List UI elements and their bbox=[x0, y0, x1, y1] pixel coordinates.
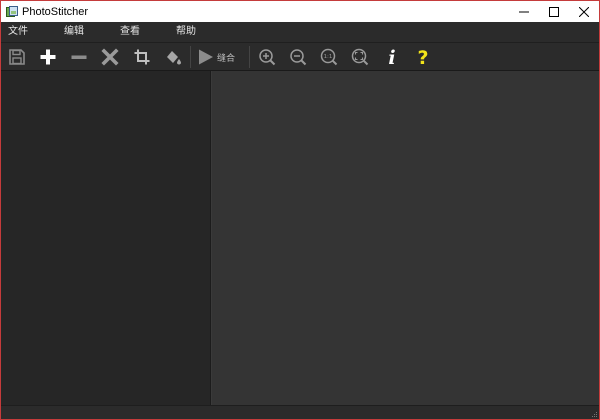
maximize-icon bbox=[549, 6, 559, 17]
remove-image-button[interactable] bbox=[65, 45, 93, 69]
zoom-in-button[interactable] bbox=[253, 45, 281, 69]
fit-to-window-button[interactable] bbox=[346, 45, 374, 69]
zoom-in-icon bbox=[259, 49, 276, 66]
add-image-button[interactable] bbox=[34, 45, 62, 69]
actual-size-label: 1:1 bbox=[324, 54, 333, 60]
info-icon: i bbox=[388, 47, 395, 67]
zoom-out-icon bbox=[290, 49, 307, 66]
app-window: PhotoStitcher 文件 编辑 查看 帮助 缝合 1:1 i ? bbox=[0, 0, 600, 420]
toolbar: 缝合 1:1 i ? bbox=[1, 42, 599, 71]
help-label: ? bbox=[417, 47, 428, 67]
menu-view[interactable]: 查看 bbox=[120, 22, 140, 42]
menu-file[interactable]: 文件 bbox=[8, 22, 28, 42]
menu-bar: 文件 编辑 查看 帮助 bbox=[1, 22, 599, 42]
window-title: PhotoStitcher bbox=[22, 5, 89, 18]
maximize-button[interactable] bbox=[539, 1, 569, 22]
toolbar-separator bbox=[190, 46, 191, 68]
app-logo-icon bbox=[6, 5, 18, 18]
minimize-button[interactable] bbox=[509, 1, 539, 22]
plus-icon bbox=[40, 49, 56, 65]
status-bar bbox=[1, 405, 599, 419]
question-icon: ? bbox=[417, 47, 428, 67]
zoom-1to1-icon: 1:1 bbox=[320, 48, 338, 66]
minimize-icon bbox=[519, 11, 529, 12]
resize-grip-icon[interactable] bbox=[590, 410, 598, 418]
save-button[interactable] bbox=[3, 45, 31, 69]
zoom-out-button[interactable] bbox=[284, 45, 312, 69]
x-icon bbox=[101, 48, 119, 66]
fill-button[interactable] bbox=[159, 45, 187, 69]
crop-icon bbox=[134, 49, 150, 65]
crop-button[interactable] bbox=[128, 45, 156, 69]
actual-size-button[interactable]: 1:1 bbox=[315, 45, 343, 69]
title-bar[interactable]: PhotoStitcher bbox=[1, 1, 599, 22]
floppy-disk-icon bbox=[9, 49, 25, 65]
zoom-fit-icon bbox=[351, 48, 369, 66]
paint-bucket-icon bbox=[167, 51, 181, 65]
stitch-button[interactable]: 缝合 bbox=[196, 45, 244, 69]
close-window-button[interactable] bbox=[569, 1, 599, 22]
image-list-panel[interactable] bbox=[1, 71, 210, 405]
minus-icon bbox=[71, 55, 87, 59]
toolbar-separator bbox=[249, 46, 250, 68]
preview-canvas[interactable] bbox=[212, 71, 599, 405]
menu-edit[interactable]: 编辑 bbox=[64, 22, 84, 42]
info-button[interactable]: i bbox=[378, 45, 406, 69]
play-icon bbox=[199, 49, 213, 65]
delete-button[interactable] bbox=[96, 45, 124, 69]
menu-help[interactable]: 帮助 bbox=[176, 22, 196, 42]
info-label: i bbox=[388, 47, 395, 67]
stitch-label: 缝合 bbox=[217, 53, 236, 64]
help-button[interactable]: ? bbox=[409, 45, 437, 69]
close-icon bbox=[579, 6, 589, 17]
